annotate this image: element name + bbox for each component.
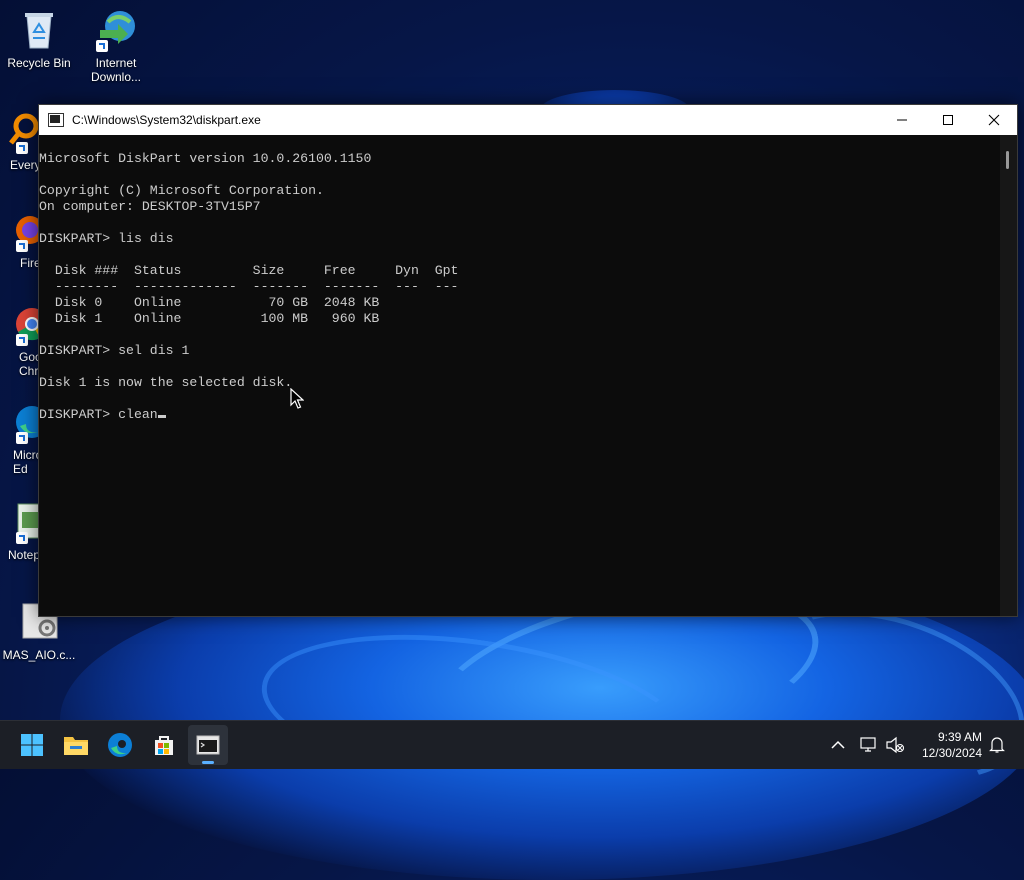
internet-download-manager-icon — [94, 8, 138, 52]
folder-icon — [64, 737, 88, 755]
window-title: C:\Windows\System32\diskpart.exe — [72, 113, 261, 127]
notifications-button[interactable] — [985, 733, 1009, 757]
network-status-button[interactable] — [857, 733, 881, 757]
shortcut-arrow-icon — [16, 240, 28, 252]
console-text: Microsoft DiskPart version 10.0.26100.11… — [39, 151, 459, 422]
taskbar-microsoft-store[interactable] — [144, 725, 184, 765]
minimize-button[interactable] — [879, 105, 925, 135]
console-icon — [196, 735, 220, 755]
desktop-icon-recycle-bin[interactable]: Recycle Bin — [1, 8, 77, 70]
shortcut-arrow-icon — [16, 432, 28, 444]
window-titlebar[interactable]: C:\Windows\System32\diskpart.exe — [39, 105, 1017, 135]
chevron-up-icon — [831, 740, 845, 749]
show-hidden-icons-button[interactable] — [826, 733, 850, 757]
close-icon — [988, 114, 1000, 126]
shortcut-arrow-icon — [16, 334, 28, 346]
clock-time: 9:39 AM — [937, 730, 982, 744]
bell-icon — [989, 737, 1005, 753]
vertical-scrollbar[interactable] — [1000, 135, 1017, 616]
desktop-icon-label: Recycle Bin — [7, 56, 71, 70]
taskbar-clock[interactable]: 9:39 AM 12/30/2024 — [922, 729, 982, 761]
close-button[interactable] — [971, 105, 1017, 135]
windows-logo-icon — [21, 734, 43, 756]
shortcut-arrow-icon — [96, 40, 108, 52]
mouse-pointer-icon — [290, 388, 304, 409]
text-cursor — [157, 415, 166, 418]
start-button[interactable] — [12, 725, 52, 765]
taskbar-diskpart[interactable] — [188, 725, 228, 765]
speaker-muted-icon — [886, 736, 905, 754]
console-app-icon — [48, 113, 64, 127]
clock-date: 12/30/2024 — [921, 746, 982, 760]
taskbar: 9:39 AM 12/30/2024 — [0, 720, 1024, 769]
console-output[interactable]: Microsoft DiskPart version 10.0.26100.11… — [39, 135, 1000, 616]
console-current-input[interactable]: clean — [118, 407, 158, 422]
maximize-button[interactable] — [925, 105, 971, 135]
maximize-icon — [943, 115, 953, 125]
diskpart-window[interactable]: C:\Windows\System32\diskpart.exe Microso… — [38, 104, 1018, 617]
active-app-indicator — [202, 761, 214, 764]
scrollbar-thumb[interactable] — [1006, 151, 1009, 169]
shortcut-arrow-icon — [16, 142, 28, 154]
desktop-icon-label: MAS_AIO.c... — [2, 648, 76, 662]
recycle-bin-icon — [17, 8, 61, 52]
minimize-icon — [897, 119, 907, 121]
volume-button[interactable] — [883, 733, 907, 757]
network-icon — [860, 737, 876, 752]
taskbar-microsoft-edge[interactable] — [100, 725, 140, 765]
edge-icon — [108, 733, 132, 757]
wallpaper-petal — [251, 610, 699, 820]
shortcut-arrow-icon — [16, 532, 28, 544]
taskbar-file-explorer[interactable] — [56, 725, 96, 765]
desktop-icon-label: Internet Downlo... — [90, 56, 142, 84]
store-icon — [155, 736, 173, 755]
desktop-icon-internet-download-manager[interactable]: Internet Downlo... — [78, 8, 154, 84]
